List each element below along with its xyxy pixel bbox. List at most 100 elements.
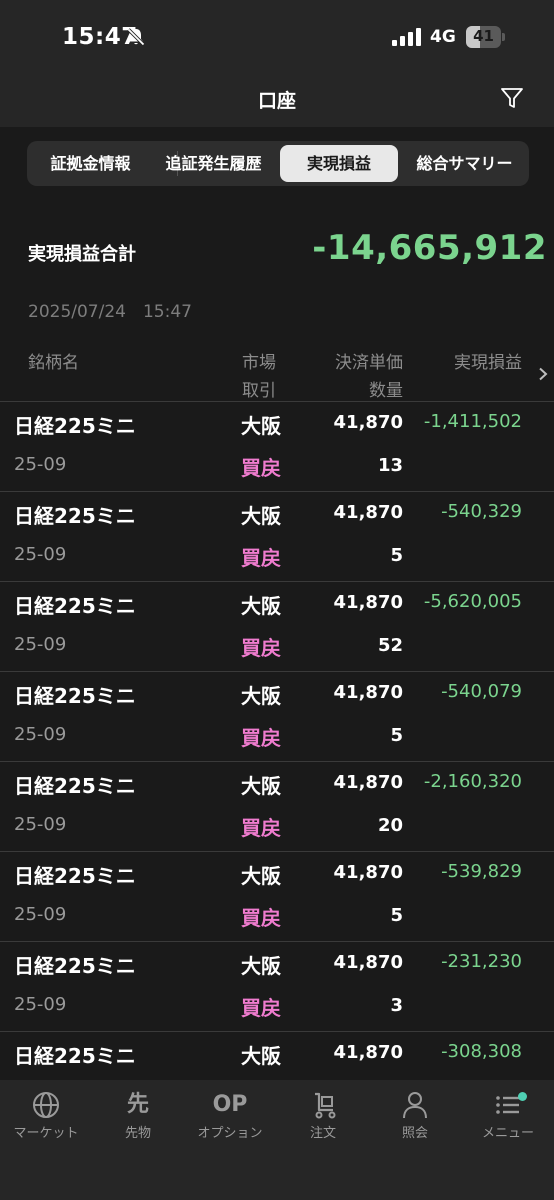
table-row[interactable]: 日経225ミニ 大阪 41,870 -540,079 25-09 買戻 5 (0, 671, 554, 761)
row-pnl: -2,160,320 (423, 771, 522, 792)
row-quantity: 3 (390, 995, 403, 1016)
row-price: 41,870 (333, 772, 403, 793)
row-trade-type: 買戻 (241, 546, 281, 570)
row-pnl: -540,329 (441, 501, 522, 522)
nav-futures[interactable]: 先 先物 (92, 1090, 184, 1141)
pnl-list: 日経225ミニ 大阪 41,870 -1,411,502 25-09 買戻 13… (0, 401, 554, 1079)
row-price: 41,870 (333, 502, 403, 523)
row-name: 日経225ミニ (14, 504, 136, 528)
row-name: 日経225ミニ (14, 594, 136, 618)
row-name: 日経225ミニ (14, 414, 136, 438)
row-quantity: 5 (390, 905, 403, 926)
bell-muted-icon (127, 28, 145, 46)
row-pnl: -308,308 (441, 1041, 522, 1062)
row-exchange: 大阪 (241, 504, 281, 528)
row-price: 41,870 (333, 412, 403, 433)
row-exchange: 大阪 (241, 594, 281, 618)
table-row[interactable]: 日経225ミニ 大阪 41,870 -231,230 25-09 買戻 3 (0, 941, 554, 1031)
person-icon (403, 1092, 427, 1119)
options-icon: OP (212, 1092, 248, 1117)
network-type: 4G (430, 27, 456, 47)
row-name: 日経225ミニ (14, 1044, 136, 1068)
row-quantity: 5 (390, 545, 403, 566)
nav-options-label: オプション (197, 1126, 263, 1141)
row-pnl: -1,411,502 (423, 411, 522, 432)
row-name: 日経225ミニ (14, 954, 136, 978)
nav-order[interactable]: 注文 (277, 1090, 369, 1141)
row-name: 日経225ミニ (14, 864, 136, 888)
row-price: 41,870 (333, 952, 403, 973)
nav-menu[interactable]: メニュー (462, 1090, 554, 1141)
row-quantity: 20 (377, 815, 403, 836)
table-row[interactable]: 日経225ミニ 大阪 41,870 -2,160,320 25-09 買戻 20 (0, 761, 554, 851)
row-expiry: 25-09 (14, 634, 67, 655)
row-trade-type: 買戻 (241, 726, 281, 750)
row-name: 日経225ミニ (14, 684, 136, 708)
row-pnl: -231,230 (441, 951, 522, 972)
row-exchange: 大阪 (241, 954, 281, 978)
table-row[interactable]: 日経225ミニ 大阪 41,870 -308,308 (0, 1031, 554, 1079)
row-trade-type: 買戻 (241, 816, 281, 840)
signal-icon (392, 28, 421, 46)
row-price: 41,870 (333, 592, 403, 613)
row-exchange: 大阪 (241, 1044, 281, 1068)
timestamp: 2025/07/24 15:47 (28, 302, 192, 322)
battery-icon: 41 (466, 26, 506, 48)
row-expiry: 25-09 (14, 544, 67, 565)
notification-dot (518, 1092, 527, 1101)
col-market: 市場 (242, 353, 276, 373)
battery-level: 41 (473, 27, 494, 45)
table-row[interactable]: 日経225ミニ 大阪 41,870 -539,829 25-09 買戻 5 (0, 851, 554, 941)
tab-realized-pnl[interactable]: 実現損益 (280, 145, 398, 182)
row-trade-type: 買戻 (241, 906, 281, 930)
bottom-nav: マーケット 先 先物 OP オプション 注文 照会 メニュー (0, 1080, 554, 1200)
row-quantity: 13 (377, 455, 403, 476)
row-quantity: 52 (377, 635, 403, 656)
row-name: 日経225ミニ (14, 774, 136, 798)
row-pnl: -5,620,005 (423, 591, 522, 612)
table-row[interactable]: 日経225ミニ 大阪 41,870 -1,411,502 25-09 買戻 13 (0, 401, 554, 491)
row-exchange: 大阪 (241, 684, 281, 708)
nav-account[interactable]: 照会 (369, 1090, 461, 1141)
total-pnl-value: -14,665,912 (312, 228, 547, 268)
col-settle-price: 決済単価 (335, 353, 403, 373)
nav-futures-label: 先物 (124, 1126, 151, 1141)
row-trade-type: 買戻 (241, 456, 281, 480)
nav-options[interactable]: OP オプション (184, 1090, 276, 1141)
total-pnl-label: 実現損益合計 (28, 244, 136, 265)
row-expiry: 25-09 (14, 814, 67, 835)
row-trade-type: 買戻 (241, 996, 281, 1020)
filter-icon[interactable] (499, 85, 525, 111)
futures-icon: 先 (126, 1092, 149, 1117)
header: 口座 (0, 72, 554, 127)
cart-icon (315, 1092, 336, 1119)
row-expiry: 25-09 (14, 454, 67, 475)
chevron-right-icon[interactable] (537, 367, 549, 381)
row-trade-type: 買戻 (241, 636, 281, 660)
row-price: 41,870 (333, 682, 403, 703)
status-bar: 15:47 4G 41 (0, 0, 554, 72)
col-quantity: 数量 (369, 381, 403, 401)
segment-tabs: 証拠金情報 追証発生履歴 実現損益 総合サマリー (27, 141, 529, 186)
globe-icon (33, 1092, 59, 1118)
tab-summary[interactable]: 総合サマリー (404, 145, 525, 182)
row-expiry: 25-09 (14, 724, 67, 745)
row-expiry: 25-09 (14, 904, 67, 925)
table-row[interactable]: 日経225ミニ 大阪 41,870 -540,329 25-09 買戻 5 (0, 491, 554, 581)
tab-margin-call-history[interactable]: 追証発生履歴 (153, 145, 274, 182)
row-exchange: 大阪 (241, 864, 281, 888)
row-quantity: 5 (390, 725, 403, 746)
row-exchange: 大阪 (241, 774, 281, 798)
row-expiry: 25-09 (14, 994, 67, 1015)
tab-margin-info[interactable]: 証拠金情報 (31, 145, 150, 182)
nav-menu-label: メニュー (481, 1126, 534, 1141)
row-exchange: 大阪 (241, 414, 281, 438)
row-pnl: -540,079 (441, 681, 522, 702)
page-title: 口座 (257, 90, 296, 112)
nav-market[interactable]: マーケット (0, 1090, 92, 1141)
table-row[interactable]: 日経225ミニ 大阪 41,870 -5,620,005 25-09 買戻 52 (0, 581, 554, 671)
col-name: 銘柄名 (28, 353, 79, 373)
col-realized-pnl: 実現損益 (454, 353, 522, 373)
nav-market-label: マーケット (13, 1126, 79, 1141)
row-price: 41,870 (333, 1042, 403, 1063)
